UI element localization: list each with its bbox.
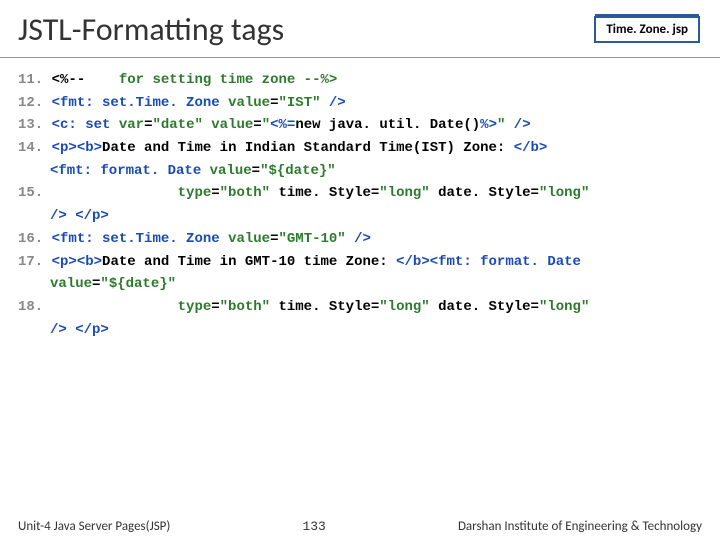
t: /> </p>: [50, 322, 109, 338]
code-line-15b: /> </p>: [18, 206, 702, 228]
lineno: 12.: [18, 95, 43, 111]
t: =: [252, 163, 260, 179]
t: </b>: [396, 254, 430, 270]
t: "long": [379, 299, 438, 315]
slide-footer: Unit-4 Java Server Pages(JSP) 133 Darsha…: [0, 519, 720, 534]
t: <p><b>: [52, 254, 102, 270]
t: <fmt: format. Date: [430, 254, 581, 270]
page-number: 133: [302, 519, 325, 534]
t: />: [354, 231, 371, 247]
code-line-13: 13. <c: set var="date" value="<%=new jav…: [18, 115, 702, 137]
t: date. Style: [438, 299, 530, 315]
t: <p><b>: [52, 140, 102, 156]
t: value: [210, 163, 252, 179]
t: for setting time zone --%>: [119, 72, 337, 88]
lineno: 13.: [18, 117, 43, 133]
code-line-17: 17. <p><b>Date and Time in GMT-10 time Z…: [18, 252, 702, 274]
code-block: 11. <%-- for setting time zone --%> 12. …: [0, 58, 720, 341]
code-line-18: 18. type="both" time. Style="long" date.…: [18, 297, 702, 319]
code-line-16: 16. <fmt: set.Time. Zone value="GMT-10" …: [18, 229, 702, 251]
t: value: [50, 276, 92, 292]
t: var: [119, 117, 144, 133]
t: />: [514, 117, 531, 133]
t: <fmt: format. Date: [50, 163, 210, 179]
code-line-18b: /> </p>: [18, 320, 702, 342]
lineno: 15.: [18, 185, 43, 201]
t: "IST": [278, 95, 328, 111]
t: <c: set: [52, 117, 119, 133]
t: type: [178, 185, 212, 201]
t: Date and Time in Indian Standard Time(IS…: [102, 140, 514, 156]
t: =: [211, 185, 219, 201]
t: "long": [539, 185, 589, 201]
lineno: 16.: [18, 231, 43, 247]
t: new java. util. Date(): [295, 117, 480, 133]
t: "date": [152, 117, 211, 133]
t: <fmt: set.Time. Zone: [52, 95, 228, 111]
t: </b>: [514, 140, 548, 156]
t: =: [531, 299, 539, 315]
t: =: [253, 117, 261, 133]
filename-badge: Time. Zone. jsp: [594, 16, 700, 43]
t: =: [531, 185, 539, 201]
code-line-14b: <fmt: format. Date value="${date}": [18, 161, 702, 183]
t: date. Style: [438, 185, 530, 201]
t: type: [178, 299, 212, 315]
t: value: [228, 231, 270, 247]
code-line-14: 14. <p><b>Date and Time in Indian Standa…: [18, 138, 702, 160]
t: Date and Time in GMT-10 time Zone:: [102, 254, 396, 270]
t: <%=: [270, 117, 295, 133]
t: time. Style: [278, 299, 370, 315]
t: />: [329, 95, 346, 111]
t: time. Style: [278, 185, 370, 201]
slide-title: JSTL-Formatting tags: [18, 10, 284, 49]
t: ": [262, 117, 270, 133]
t: <%--: [52, 72, 86, 88]
t: "long": [539, 299, 589, 315]
lineno: 18.: [18, 299, 43, 315]
t: "${date}": [100, 276, 176, 292]
slide-header: JSTL-Formatting tags Time. Zone. jsp: [0, 0, 720, 58]
t: value: [211, 117, 253, 133]
code-line-12: 12. <fmt: set.Time. Zone value="IST" />: [18, 93, 702, 115]
t: "${date}": [260, 163, 336, 179]
t: value: [228, 95, 270, 111]
t: "GMT-10": [278, 231, 354, 247]
footer-right: Darshan Institute of Engineering & Techn…: [458, 519, 702, 534]
lineno: 11.: [18, 72, 43, 88]
lineno: 17.: [18, 254, 43, 270]
t: "long": [379, 185, 438, 201]
lineno: 14.: [18, 140, 43, 156]
t: <fmt: set.Time. Zone: [52, 231, 228, 247]
t: /> </p>: [50, 208, 109, 224]
t: =: [211, 299, 219, 315]
footer-left: Unit-4 Java Server Pages(JSP): [18, 519, 170, 534]
code-line-11: 11. <%-- for setting time zone --%>: [18, 70, 702, 92]
t: %>: [480, 117, 497, 133]
code-line-17b: value="${date}": [18, 274, 702, 296]
t: ": [497, 117, 514, 133]
t: "both": [220, 185, 279, 201]
code-line-15: 15. type="both" time. Style="long" date.…: [18, 183, 702, 205]
t: "both": [220, 299, 279, 315]
